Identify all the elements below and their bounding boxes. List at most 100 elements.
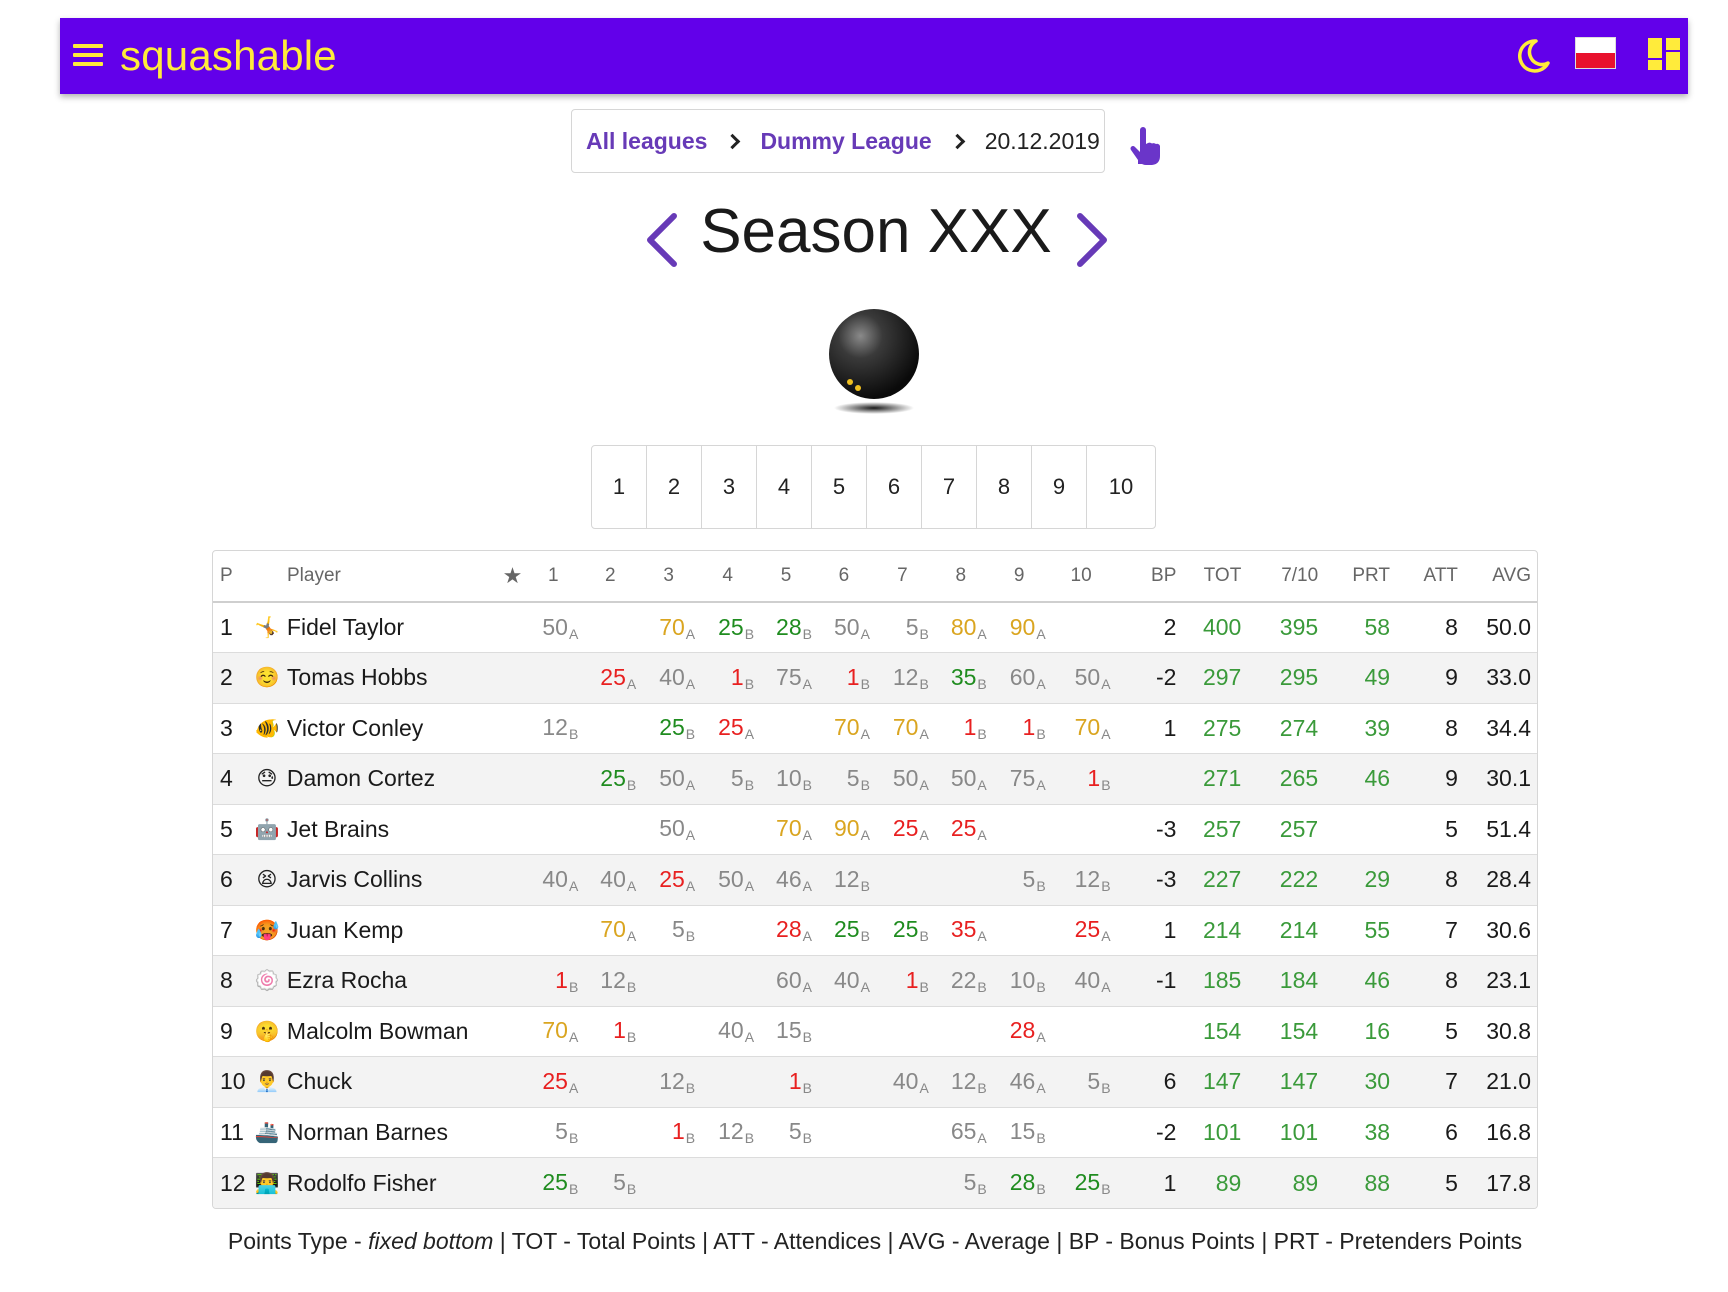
player-name[interactable]: Malcolm Bowman: [286, 1006, 483, 1057]
column-header-tot[interactable]: TOT: [1182, 551, 1248, 603]
column-header-6[interactable]: 6: [817, 551, 876, 603]
score-value: 5: [672, 916, 685, 943]
score-value: 28: [776, 613, 802, 640]
previous-season-arrow-icon[interactable]: [640, 210, 684, 270]
player-name[interactable]: Damon Cortez: [286, 753, 483, 805]
score-group-label: A: [626, 928, 637, 945]
round-page-1[interactable]: 1: [592, 446, 647, 528]
column-header-prt[interactable]: PRT: [1324, 551, 1397, 603]
round-page-10[interactable]: 10: [1087, 446, 1155, 528]
round-score-cell: 1B: [1051, 753, 1117, 805]
brand-logo[interactable]: squashable: [120, 28, 337, 84]
average-cell: 30.6: [1463, 905, 1537, 956]
round-score-cell: 1B: [528, 955, 585, 1007]
table-row[interactable]: 5 🤖 Jet Brains 50A 70A 90A 25A 25A -3 257 257 5 51.4: [213, 804, 1537, 855]
player-name[interactable]: Chuck: [286, 1056, 483, 1108]
column-header-3[interactable]: 3: [642, 551, 702, 603]
round-page-7[interactable]: 7: [922, 446, 977, 528]
round-score-cell: 28A: [760, 905, 818, 956]
player-name[interactable]: Tomas Hobbs: [286, 652, 483, 704]
table-row[interactable]: 8 🍥 Ezra Rocha 1B 12B 60A 40A 1B 22B 10B 40A -1 185 1…: [213, 955, 1537, 1007]
round-page-4[interactable]: 4: [757, 446, 812, 528]
score-group-label: B: [860, 928, 870, 945]
score-value: 70: [542, 1017, 568, 1044]
column-header-1[interactable]: 1: [528, 551, 585, 603]
round-page-6[interactable]: 6: [867, 446, 922, 528]
score-value: 40: [542, 865, 568, 892]
column-header-9[interactable]: 9: [992, 551, 1052, 603]
player-avatar-icon: 🤫: [246, 1006, 287, 1057]
column-header-10[interactable]: 10: [1051, 551, 1117, 603]
table-row[interactable]: 7 🥵 Juan Kemp 70A 5B 28A 25B 25B 35A 25A 1 214 214 55…: [213, 905, 1537, 956]
table-row[interactable]: 6 😫 Jarvis Collins 40A 40A 25A 50A 46A 12B 5B 12B -…: [213, 854, 1537, 906]
column-header-2[interactable]: 2: [584, 551, 643, 603]
score-group-label: B: [685, 726, 696, 743]
table-row[interactable]: 2 ☺️ Tomas Hobbs 25A 40A 1B 75A 1B 12B 35B 60A 50A -…: [213, 652, 1537, 704]
score-value: 25: [718, 714, 744, 741]
score-group-label: A: [1036, 776, 1046, 793]
player-name[interactable]: Jet Brains: [286, 804, 483, 855]
score-value: 22: [950, 966, 977, 993]
round-score-cell: [992, 905, 1052, 956]
score-group-label: B: [919, 928, 929, 945]
player-name[interactable]: Fidel Taylor: [286, 602, 483, 653]
round-page-2[interactable]: 2: [647, 446, 702, 528]
pretenders-points-cell: 58: [1324, 602, 1397, 653]
score-value: 25: [950, 815, 977, 842]
score-group-label: A: [977, 625, 987, 642]
round-score-cell: [584, 703, 643, 754]
column-header-7[interactable]: 7: [875, 551, 935, 603]
column-header-position[interactable]: P: [213, 551, 247, 603]
table-row[interactable]: 4 😓 Damon Cortez 25B 50A 5B 10B 5B 50A 50A 75A 1B 27…: [213, 753, 1537, 805]
menu-icon[interactable]: [73, 44, 103, 66]
player-name[interactable]: Jarvis Collins: [286, 854, 483, 906]
player-name[interactable]: Juan Kemp: [286, 905, 483, 956]
score-group-label: B: [568, 1130, 579, 1147]
table-row[interactable]: 10 👨‍💼 Chuck 25A 12B 1B 40A 12B 46A 5B 6 147 147 30 7 2…: [213, 1056, 1537, 1108]
best-7-of-10-cell: 222: [1247, 854, 1325, 906]
player-name[interactable]: Ezra Rocha: [286, 955, 483, 1007]
column-header-bp[interactable]: BP: [1116, 551, 1183, 603]
bonus-points-cell: [1116, 1006, 1183, 1057]
score-value: 12: [892, 663, 919, 690]
table-row[interactable]: 9 🤫 Malcolm Bowman 70A 1B 40A 15B 28A 154 154 16 5 3…: [213, 1006, 1537, 1057]
table-row[interactable]: 1 🤸 Fidel Taylor 50A 70A 25B 28B 50A 5B 80A 90A 2 40…: [213, 602, 1537, 653]
round-page-5[interactable]: 5: [812, 446, 867, 528]
column-header-5[interactable]: 5: [760, 551, 818, 603]
player-name[interactable]: Norman Barnes: [286, 1107, 483, 1158]
table-row[interactable]: 3 🐠 Victor Conley 12B 25B 25A 70A 70A 1B 1B 70A 1 27…: [213, 703, 1537, 754]
score-group-label: A: [685, 625, 696, 642]
score-value: 5: [1022, 865, 1036, 892]
attendance-cell: 8: [1396, 703, 1464, 754]
touch-icon[interactable]: [1128, 126, 1162, 166]
score-value: 40: [718, 1017, 744, 1044]
round-page-8[interactable]: 8: [977, 446, 1032, 528]
breadcrumb-all-leagues[interactable]: All leagues: [586, 128, 707, 155]
score-value: 40: [600, 865, 626, 892]
column-header-att[interactable]: ATT: [1396, 551, 1464, 603]
pretenders-points-cell: 46: [1324, 955, 1397, 1007]
pretenders-points-cell: [1324, 804, 1397, 855]
star-cell: [482, 602, 529, 653]
next-season-arrow-icon[interactable]: [1070, 210, 1114, 270]
column-header-8[interactable]: 8: [934, 551, 993, 603]
column-header-star-icon[interactable]: ★: [482, 551, 529, 603]
column-header-7-10[interactable]: 7/10: [1247, 551, 1325, 603]
round-page-3[interactable]: 3: [702, 446, 757, 528]
table-row[interactable]: 12 👨‍💻 Rodolfo Fisher 25B 5B 5B 28B 25B 1 89 89 88 5…: [213, 1157, 1537, 1209]
round-score-cell: 65A: [934, 1107, 993, 1158]
dashboard-icon[interactable]: [1646, 36, 1682, 72]
round-page-9[interactable]: 9: [1032, 446, 1087, 528]
player-name[interactable]: Rodolfo Fisher: [287, 1158, 483, 1209]
score-value: 70: [833, 714, 860, 741]
column-header-player[interactable]: Player: [246, 551, 483, 603]
moon-icon[interactable]: [1512, 35, 1554, 77]
table-row[interactable]: 11 🚢 Norman Barnes 5B 1B 12B 5B 65A 15B -2 101 101 3…: [213, 1107, 1537, 1158]
player-name[interactable]: Victor Conley: [286, 703, 483, 754]
poland-flag-icon[interactable]: [1575, 37, 1616, 69]
breadcrumb-league[interactable]: Dummy League: [760, 128, 931, 155]
column-header-avg[interactable]: AVG: [1463, 551, 1537, 603]
score-value: 12: [1074, 865, 1101, 892]
column-header-4[interactable]: 4: [701, 551, 761, 603]
round-score-cell: 1B: [760, 1056, 818, 1108]
